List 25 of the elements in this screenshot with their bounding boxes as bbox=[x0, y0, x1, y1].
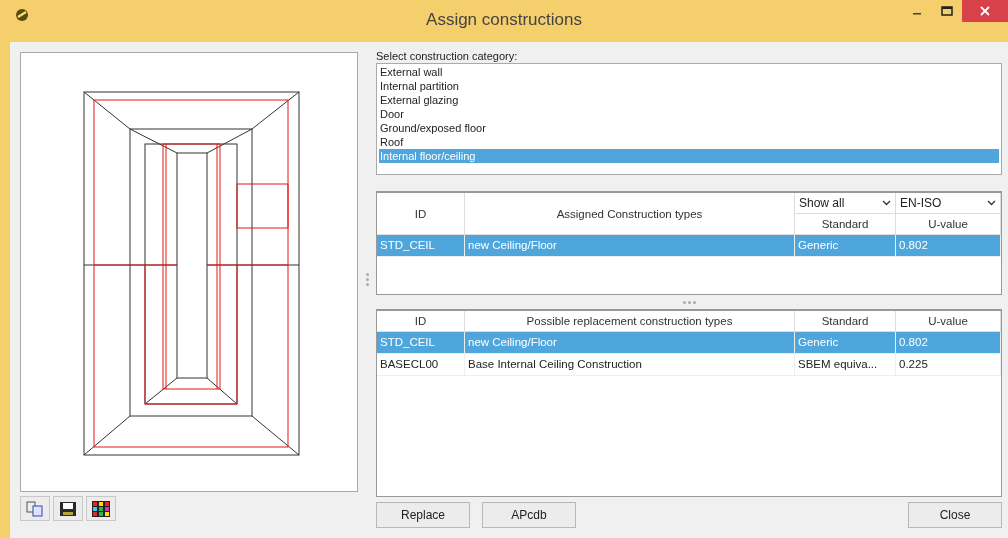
category-item[interactable]: Ground/exposed floor bbox=[379, 121, 999, 135]
table-cell[interactable]: Base Internal Ceiling Construction bbox=[465, 354, 795, 376]
dialog-button[interactable]: Close bbox=[908, 502, 1002, 528]
window-title: Assign constructions bbox=[425, 10, 583, 30]
category-item[interactable]: Roof bbox=[379, 135, 999, 149]
color-grid-icon[interactable] bbox=[86, 496, 116, 521]
filter-dropdown[interactable]: EN-ISO bbox=[896, 193, 1001, 214]
dialog-button[interactable]: Replace bbox=[376, 502, 470, 528]
close-button[interactable] bbox=[962, 0, 1008, 22]
table-cell[interactable]: SBEM equiva... bbox=[795, 354, 896, 376]
caret-icon bbox=[882, 200, 891, 206]
app-icon bbox=[14, 7, 30, 23]
category-label: Select construction category: bbox=[376, 50, 519, 63]
category-item[interactable]: Internal partition bbox=[379, 79, 999, 93]
category-item[interactable]: External glazing bbox=[379, 93, 999, 107]
close-icon bbox=[980, 6, 990, 16]
category-item[interactable]: External wall bbox=[379, 65, 999, 79]
caret-icon bbox=[987, 200, 996, 206]
table-cell[interactable]: 0.225 bbox=[896, 354, 1001, 376]
maximize-icon[interactable] bbox=[941, 6, 953, 16]
dialog-button[interactable]: APcdb bbox=[482, 502, 576, 528]
filter-dropdown[interactable]: Show all bbox=[795, 193, 896, 214]
table-cell[interactable]: BASECL00 bbox=[377, 354, 465, 376]
save-icon[interactable] bbox=[53, 496, 83, 521]
category-item[interactable]: Door bbox=[379, 107, 999, 121]
